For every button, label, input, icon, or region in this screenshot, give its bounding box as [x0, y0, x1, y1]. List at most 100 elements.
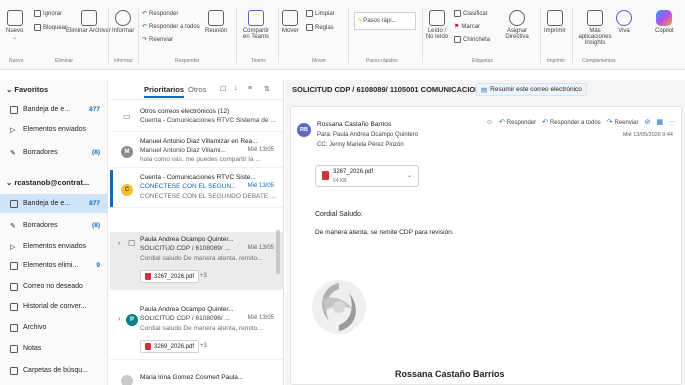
folder-archive[interactable]: Archivo	[0, 318, 108, 337]
list-scrollbar[interactable]	[276, 230, 280, 274]
list-item[interactable]: M Manuel Antonio Diaz Villamizar en Rea.…	[110, 134, 283, 168]
delete-archive-button[interactable]: Eliminar Archivar	[66, 10, 111, 34]
chevron-down-icon[interactable]: ⌄	[407, 172, 412, 179]
attachment-card[interactable]: 3267_2026.pdf 64 KB ⌄	[315, 165, 419, 187]
block-button[interactable]: Bloquear	[34, 24, 67, 31]
jump-icon[interactable]: ↓	[234, 85, 238, 92]
viva-button[interactable]: Viva	[616, 10, 632, 34]
reply-all-icon: ↶	[142, 24, 148, 30]
body-text: De manera atenta, se remite CDP para rev…	[315, 229, 454, 236]
tab-other[interactable]: Otros	[188, 85, 206, 94]
group-label-addins: Complementos	[582, 58, 616, 64]
new-mail-button[interactable]: Nuevo ⌄	[6, 10, 23, 41]
search-folder-icon	[10, 366, 18, 375]
attachment-chip[interactable]: 3269_2026.pdf	[140, 340, 200, 353]
attachment-chip[interactable]: 3267_2026.pdf	[140, 270, 200, 283]
policy-icon[interactable]: ⊘	[645, 118, 651, 126]
more-icon[interactable]: ···	[669, 119, 675, 125]
group-label-move: Mover	[312, 58, 326, 64]
chevron-right-icon[interactable]: ›	[118, 316, 120, 323]
avatar: P	[126, 314, 138, 326]
filter-icon[interactable]: ≡	[248, 85, 252, 92]
categorize-button[interactable]: Clasificar	[454, 10, 488, 17]
rules-button[interactable]: Reglas	[306, 24, 334, 31]
list-item[interactable]: ▭ Otros correos electrónicos (12) Cuenta…	[110, 102, 283, 132]
folder-deleted[interactable]: Elementos elimi... 9	[0, 256, 108, 275]
trash-icon	[10, 261, 18, 270]
folder-history[interactable]: Historial de conver...	[0, 297, 108, 316]
email-subject: SOLICITUD CDP / 6108089/ 1105001 COMUNIC…	[292, 85, 491, 94]
apps-grid-icon	[587, 10, 603, 26]
assign-policy-button[interactable]: Asignar Directiva	[500, 10, 534, 40]
folder-sent-fav[interactable]: ▷ Elementos enviados	[0, 120, 108, 139]
reply-all-icon: ↶	[542, 119, 550, 126]
forward-action[interactable]: ↷ Reenviar	[607, 118, 639, 126]
folder-junk[interactable]: Correo no deseado	[0, 277, 108, 296]
emoji-icon[interactable]: ☺	[486, 119, 493, 126]
quick-steps-gallery[interactable]: ϟ Pasos rápi...	[354, 12, 416, 30]
move-button[interactable]: Mover	[282, 10, 299, 34]
email-card: RB Rossana Castaño Barrios Para: Paula A…	[290, 106, 682, 385]
folder-drafts-fav[interactable]: ✎ Borradores (8)	[0, 143, 108, 162]
reply-all-action[interactable]: ↶ Responder a todos	[542, 118, 601, 126]
group-label-report: Informar	[114, 58, 133, 64]
flag-button[interactable]: ⚑ Marcar	[454, 23, 480, 31]
folder-inbox[interactable]: Bandeja de e... 877	[0, 194, 108, 213]
checkbox-icon[interactable]: ☐	[128, 239, 135, 248]
copilot-button[interactable]: Copilot	[655, 10, 674, 34]
list-item[interactable]: Maria Irina Gomez Cosme/t Paula...	[110, 370, 283, 385]
ignore-icon	[34, 10, 41, 17]
forward-button[interactable]: ↷ Reenviar	[142, 36, 173, 44]
reply-action[interactable]: ↶ Responder	[499, 118, 536, 126]
reply-all-button[interactable]: ↶ Responder a todos	[142, 23, 200, 31]
avatar: RB	[297, 123, 311, 137]
viva-icon	[616, 10, 632, 26]
read-unread-button[interactable]: Leído / No leído	[424, 10, 450, 40]
folder-search-folders[interactable]: Carpetas de búsqu...	[0, 361, 108, 380]
meeting-button[interactable]: Reunión	[205, 10, 227, 34]
inbox-icon	[10, 105, 18, 114]
summarize-button[interactable]: ▤ Resumir este correo electrónico	[476, 83, 587, 96]
folder-notes[interactable]: Notas	[0, 339, 108, 358]
pin-button[interactable]: Chincheta	[454, 36, 490, 43]
flag-icon: ⚑	[454, 24, 460, 30]
envelope-icon	[429, 10, 445, 26]
ribbon-divider	[572, 8, 573, 63]
group-label-respond: Responder	[175, 58, 200, 64]
ignore-button[interactable]: Ignorar	[34, 10, 62, 17]
teams-icon	[248, 10, 264, 26]
reply-icon: ↶	[498, 119, 507, 126]
list-item-selected[interactable]: › ☐ Paula Andrea Ocampo Quinter... SOLIC…	[110, 232, 283, 290]
chevron-right-icon[interactable]: ›	[118, 240, 120, 247]
more-attachments[interactable]: +3	[200, 343, 207, 349]
clean-button[interactable]: Limpiar	[306, 10, 335, 17]
list-item[interactable]: › P Paula Andrea Ocampo Quinter... SOLIC…	[110, 302, 283, 360]
sender-name[interactable]: Rossana Castaño Barrios	[317, 121, 391, 128]
compose-icon	[6, 10, 23, 26]
sort-icon[interactable]: ⇅	[264, 85, 270, 93]
account-header[interactable]: ⌄ rcastanob@contrat...	[6, 178, 89, 187]
report-button[interactable]: Informar	[112, 10, 134, 34]
more-attachments[interactable]: +3	[200, 273, 207, 279]
print-button[interactable]: Imprimir	[544, 10, 566, 34]
list-item[interactable]: C Cuenta - Comunicaciones RTVC Siste... …	[110, 170, 283, 208]
message-list: Prioritarios Otros ☐ ↓ ≡ ⇅ ▭ Otros corre…	[110, 80, 284, 385]
folder-inbox-fav[interactable]: Bandeja de e... 877	[0, 100, 108, 119]
select-icon[interactable]: ☐	[220, 85, 226, 93]
reply-button[interactable]: ↶ Responder	[142, 10, 178, 18]
folder-sent[interactable]: ▷ Elementos enviados	[0, 237, 108, 256]
ribbon-divider	[138, 8, 139, 63]
avatar: C	[121, 184, 133, 196]
junk-icon	[10, 282, 18, 291]
tab-focused[interactable]: Prioritarios	[144, 85, 185, 98]
more-apps-button[interactable]: Más aplicaciones Insights	[576, 10, 614, 46]
favorites-header[interactable]: ⌄ Favoritos	[6, 85, 48, 94]
apps-icon[interactable]: ▦	[656, 118, 663, 126]
folder-drafts[interactable]: ✎ Borradores (8)	[0, 216, 108, 235]
reply-icon: ↶	[142, 11, 148, 17]
unread-bar	[110, 170, 113, 207]
share-teams-button[interactable]: Compartir en Teams	[240, 10, 272, 40]
pdf-icon	[145, 273, 151, 280]
signature-logo-image	[312, 280, 366, 334]
pencil-icon: ✎	[10, 222, 16, 230]
